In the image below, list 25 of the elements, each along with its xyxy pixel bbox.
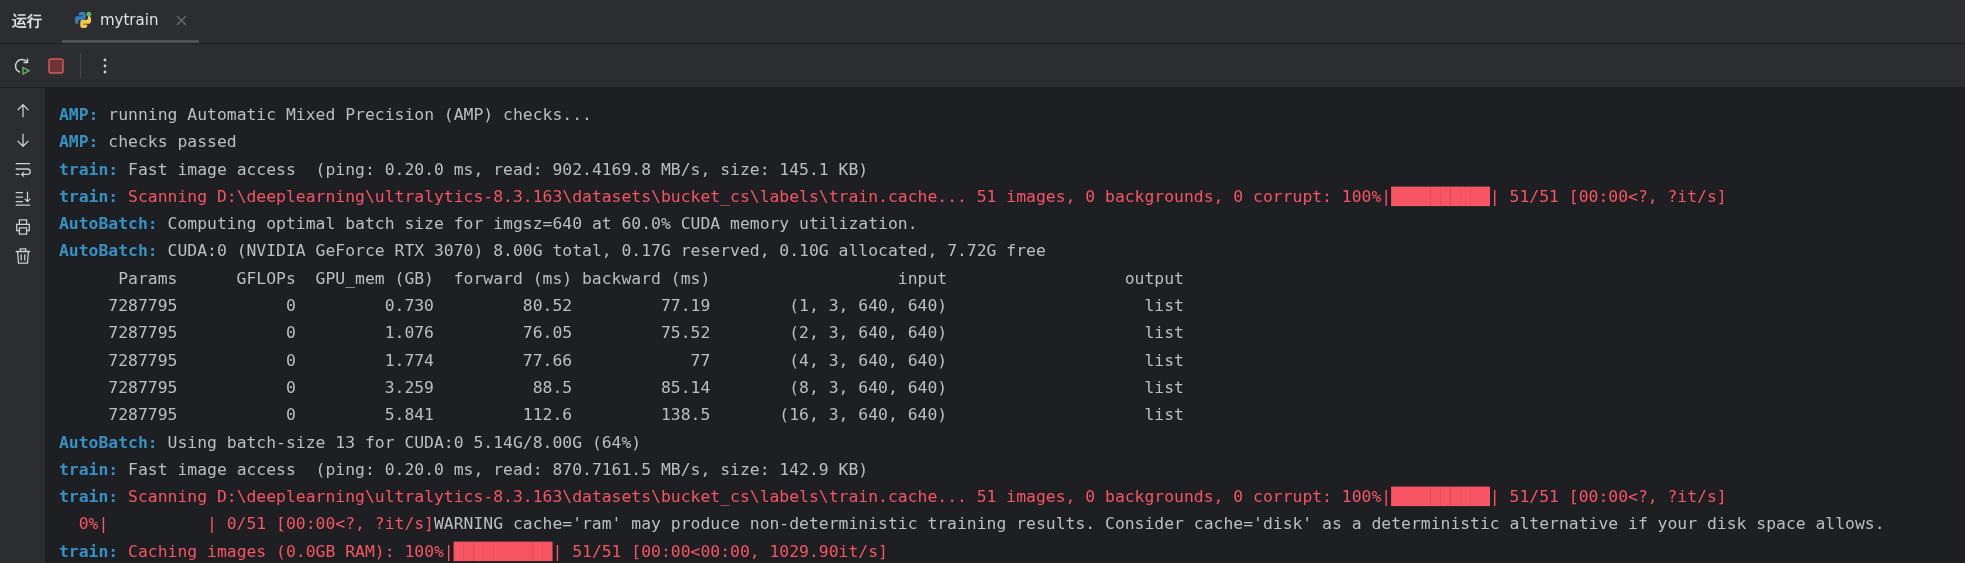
trash-icon[interactable]	[13, 247, 32, 265]
soft-wrap-icon[interactable]	[13, 160, 32, 178]
print-icon[interactable]	[13, 218, 32, 236]
console-line: 7287795 0 1.774 77.66 77 (4, 3, 640, 640) list	[107, 349, 1184, 372]
stop-icon[interactable]	[46, 55, 66, 76]
console-line: 7287795 0 1.076 76.05 75.52 (2, 3, 640, 640) list	[107, 322, 1184, 345]
console-line: 7287795 0 5.841 112.6 138.5 (16, 3, 640, 640) list	[107, 404, 1184, 427]
console-line: train: Scanning D:\deeplearning\ultralytics-8.3.163\datasets\bucket_cs\labels\train.cache... 51 images, 0 backgrounds, 0 corrupt: 100%|██████████| 51/51 [00:00<?, ?it/s]	[59, 485, 1727, 509]
console-line: Params GFLOPs GPU_mem (GB) forward (ms) backward (ms) input output	[117, 267, 1184, 290]
console-line: train: Fast image access (ping: 0.20.0 ms, read: 870.7161.5 MB/s, size: 142.9 KB)	[59, 458, 869, 481]
console-line: 7287795 0 0.730 80.52 77.19 (1, 3, 640, 640) list	[107, 295, 1184, 318]
close-icon[interactable]	[176, 14, 188, 26]
console-line: 7287795 0 3.259 88.5 85.14 (8, 3, 640, 640) list	[107, 376, 1184, 399]
console-line: 0%| | 0/51 [00:00<?, ?it/s]WARNING cache='ram' may produce non-deterministic training results. Consider cache='disk' as a deterministic alternative if your disk space allows.	[77, 513, 1885, 536]
console-line: AMP: checks passed	[59, 131, 237, 154]
console-line: AMP: running Automatic Mixed Precision (AMP) checks...	[59, 104, 592, 126]
console-line: train: Fast image access (ping: 0.20.0 ms, read: 902.4169.8 MB/s, size: 145.1 KB)	[59, 158, 869, 181]
tool-window-title: 运行	[11, 11, 43, 32]
console-line: AutoBatch: CUDA:0 (NVIDIA GeForce RTX 3070) 8.00G total, 0.17G reserved, 0.10G allocated, 7.72G free	[59, 240, 1046, 263]
console-line: AutoBatch: Using batch-size 13 for CUDA:0 5.14G/8.00G (64%)	[59, 431, 642, 454]
scroll-to-end-icon[interactable]	[13, 189, 32, 207]
console-line: train: Scanning D:\deeplearning\ultralytics-8.3.163\datasets\bucket_cs\labels\train.cache... 51 images, 0 backgrounds, 0 corrupt: 100%|██████████| 51/51 [00:00<?, ?it/s]	[59, 185, 1727, 208]
console-line: train: Caching images (0.0GB RAM): 100%|██████████| 51/51 [00:00<00:00, 1029.90it/s]	[59, 540, 888, 563]
python-icon	[74, 11, 92, 29]
console-line: AutoBatch: Computing optimal batch size for imgsz=640 at 60.0% CUDA memory utilization.	[59, 213, 918, 236]
